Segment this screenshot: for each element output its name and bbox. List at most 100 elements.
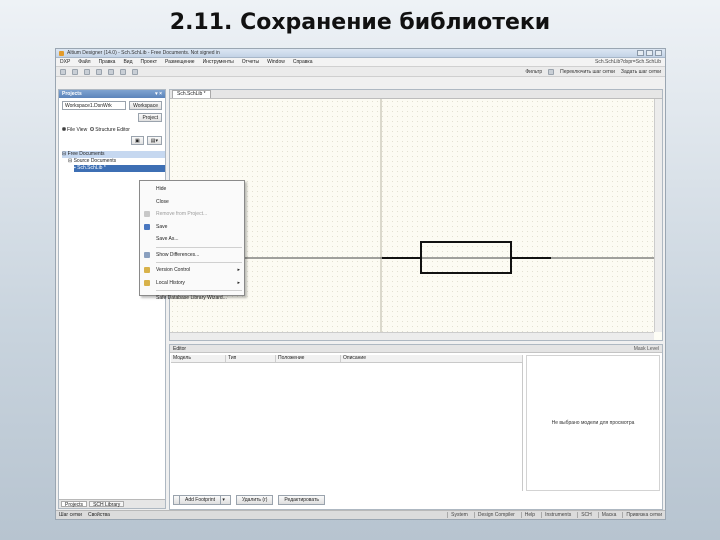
document-tabs: Sch.SchLib * [170, 90, 662, 99]
menu-project[interactable]: Проект [141, 59, 157, 65]
menu-file[interactable]: Файл [78, 59, 90, 65]
menu-bar: DXP Файл Правка Вид Проект Размещение Ин… [56, 58, 665, 67]
menu-help[interactable]: Справка [293, 59, 313, 65]
title-bar: Altium Designer (14.0) - Sch.SchLib - Fr… [56, 49, 665, 58]
submenu-arrow-icon: ▸ [237, 267, 240, 273]
menu-separator [156, 290, 242, 291]
status-system[interactable]: System [447, 512, 468, 518]
close-icon[interactable] [655, 50, 662, 56]
tree-node-source-documents[interactable]: ⊟ Source Documents [62, 158, 165, 165]
column-model[interactable]: Модель [171, 355, 226, 362]
menu-edit[interactable]: Правка [99, 59, 116, 65]
panel-header: Projects ▾ × [59, 90, 165, 98]
menu-item-local-history[interactable]: Local History ▸ [140, 277, 244, 290]
menu-item-close[interactable]: Close [140, 196, 244, 209]
column-location[interactable]: Положение [276, 355, 341, 362]
column-type[interactable]: Тип [226, 355, 276, 362]
menu-dxp[interactable]: DXP [60, 59, 70, 65]
panel-title: Projects [62, 91, 82, 97]
project-tree: ⊟ Free Documents ⊟ Source Documents ▪ Sc… [59, 151, 165, 172]
window-title: Altium Designer (14.0) - Sch.SchLib - Fr… [67, 50, 220, 56]
preview-message: Не выбрано модели для просмотра [551, 420, 635, 426]
panel-close-icon[interactable]: ▾ × [155, 91, 162, 97]
folder-icon[interactable]: ▣ [131, 136, 144, 145]
tree-node-schlib[interactable]: ▪ Sch.SchLib * [74, 165, 165, 172]
menu-place[interactable]: Размещение [165, 59, 195, 65]
menu-reports[interactable]: Отчеты [242, 59, 259, 65]
zoom-icon[interactable] [108, 68, 114, 75]
remove-icon [144, 211, 150, 217]
menu-tools[interactable]: Инструменты [203, 59, 234, 65]
menu-window[interactable]: Window [267, 59, 285, 65]
maximize-icon[interactable] [646, 50, 653, 56]
workspace-button[interactable]: Workspace [129, 101, 162, 110]
models-panel: Editor Mask Level Модель Тип Положение О… [169, 344, 663, 510]
model-preview: Не выбрано модели для просмотра [526, 355, 660, 491]
models-panel-header: Editor Mask Level [170, 345, 662, 353]
status-grid: Шаг сетки [59, 512, 82, 518]
project-button[interactable]: Project [138, 113, 162, 122]
new-icon[interactable] [60, 68, 66, 75]
save-icon[interactable] [84, 68, 90, 75]
save-icon [144, 223, 150, 230]
status-help[interactable]: Help [520, 512, 535, 518]
menu-item-save-as[interactable]: Save As... [140, 233, 244, 246]
app-logo-icon [59, 50, 64, 56]
redo-icon[interactable] [132, 68, 138, 75]
toolbar: Фильтр Переключить шаг сетки Задать шаг … [56, 67, 665, 77]
models-grid-header: Модель Тип Положение Описание [171, 355, 523, 363]
tab-sch-library[interactable]: SCH Library [89, 501, 125, 508]
undo-icon[interactable] [120, 68, 126, 75]
tree-node-free-documents[interactable]: ⊟ Free Documents [62, 151, 165, 158]
edit-model-button[interactable]: Редактировать [278, 495, 325, 505]
document-path[interactable]: Sch.SchLib?dxpr=Sch.SchLib [595, 59, 661, 65]
status-design-compiler[interactable]: Design Compiler [473, 512, 515, 518]
open-icon[interactable] [72, 68, 78, 75]
menu-item-save[interactable]: Save [140, 221, 244, 234]
menu-item-version-control[interactable]: Version Control ▸ [140, 264, 244, 277]
version-control-icon [144, 267, 150, 273]
horizontal-scrollbar[interactable] [170, 332, 654, 340]
menu-separator [156, 262, 242, 263]
add-footprint-button[interactable]: Add Footprint ▾ [173, 495, 231, 505]
menu-view[interactable]: Вид [123, 59, 132, 65]
context-menu: Hide Close Remove from Project... Save S… [139, 180, 245, 301]
set-grid-button[interactable]: Задать шаг сетки [621, 69, 661, 75]
workspace-combo[interactable]: Workspace1.DsnWrk [62, 101, 127, 110]
slide-title: 2.11. Сохранение библиотеки [169, 10, 551, 35]
filter-dropdown[interactable]: Фильтр [525, 69, 542, 75]
left-panel-tabs: Projects SCH Library [59, 499, 165, 508]
models-buttons: Add Footprint ▾ Удалить (r) Редактироват… [173, 495, 325, 505]
menu-item-hide[interactable]: Hide [140, 183, 244, 196]
mask-level-button[interactable]: Mask Level [634, 346, 659, 352]
menu-item-show-differences[interactable]: Show Differences... [140, 249, 244, 262]
menu-item-library-wizard[interactable]: Safe Database Library Wizard... [140, 292, 244, 305]
history-icon [144, 279, 150, 286]
remove-model-button[interactable]: Удалить (r) [235, 495, 274, 505]
print-icon[interactable] [96, 68, 102, 75]
status-bar: Шаг сетки Свойства System Design Compile… [56, 510, 665, 519]
status-snap[interactable]: Привязка сетки [622, 512, 662, 518]
menu-item-remove-from-project[interactable]: Remove from Project... [140, 208, 244, 221]
menu-separator [156, 246, 242, 248]
submenu-arrow-icon: ▸ [237, 279, 240, 286]
file-view-radio[interactable]: File View [62, 127, 87, 133]
app-window: Altium Designer (14.0) - Sch.SchLib - Fr… [55, 48, 666, 520]
toggle-grid-button[interactable]: Переключить шаг сетки [560, 69, 615, 75]
column-description[interactable]: Описание [341, 355, 523, 362]
grid-icon[interactable] [548, 68, 555, 75]
window-controls [637, 50, 662, 56]
status-properties: Свойства [87, 512, 110, 518]
minimize-icon[interactable] [637, 50, 644, 56]
models-panel-title: Editor [173, 345, 187, 352]
tab-projects[interactable]: Projects [61, 501, 88, 508]
vertical-scrollbar[interactable] [654, 99, 662, 332]
panel-menu-icon[interactable]: ▤▾ [146, 136, 162, 145]
structure-editor-radio[interactable]: Structure Editor [90, 127, 130, 133]
tab-schlib-document[interactable]: Sch.SchLib * [172, 90, 211, 98]
status-instruments[interactable]: Instruments [541, 512, 571, 518]
status-mask[interactable]: Маска [597, 512, 616, 518]
differences-icon [144, 251, 150, 258]
models-grid[interactable] [171, 363, 523, 491]
status-sch[interactable]: SCH [577, 512, 592, 518]
